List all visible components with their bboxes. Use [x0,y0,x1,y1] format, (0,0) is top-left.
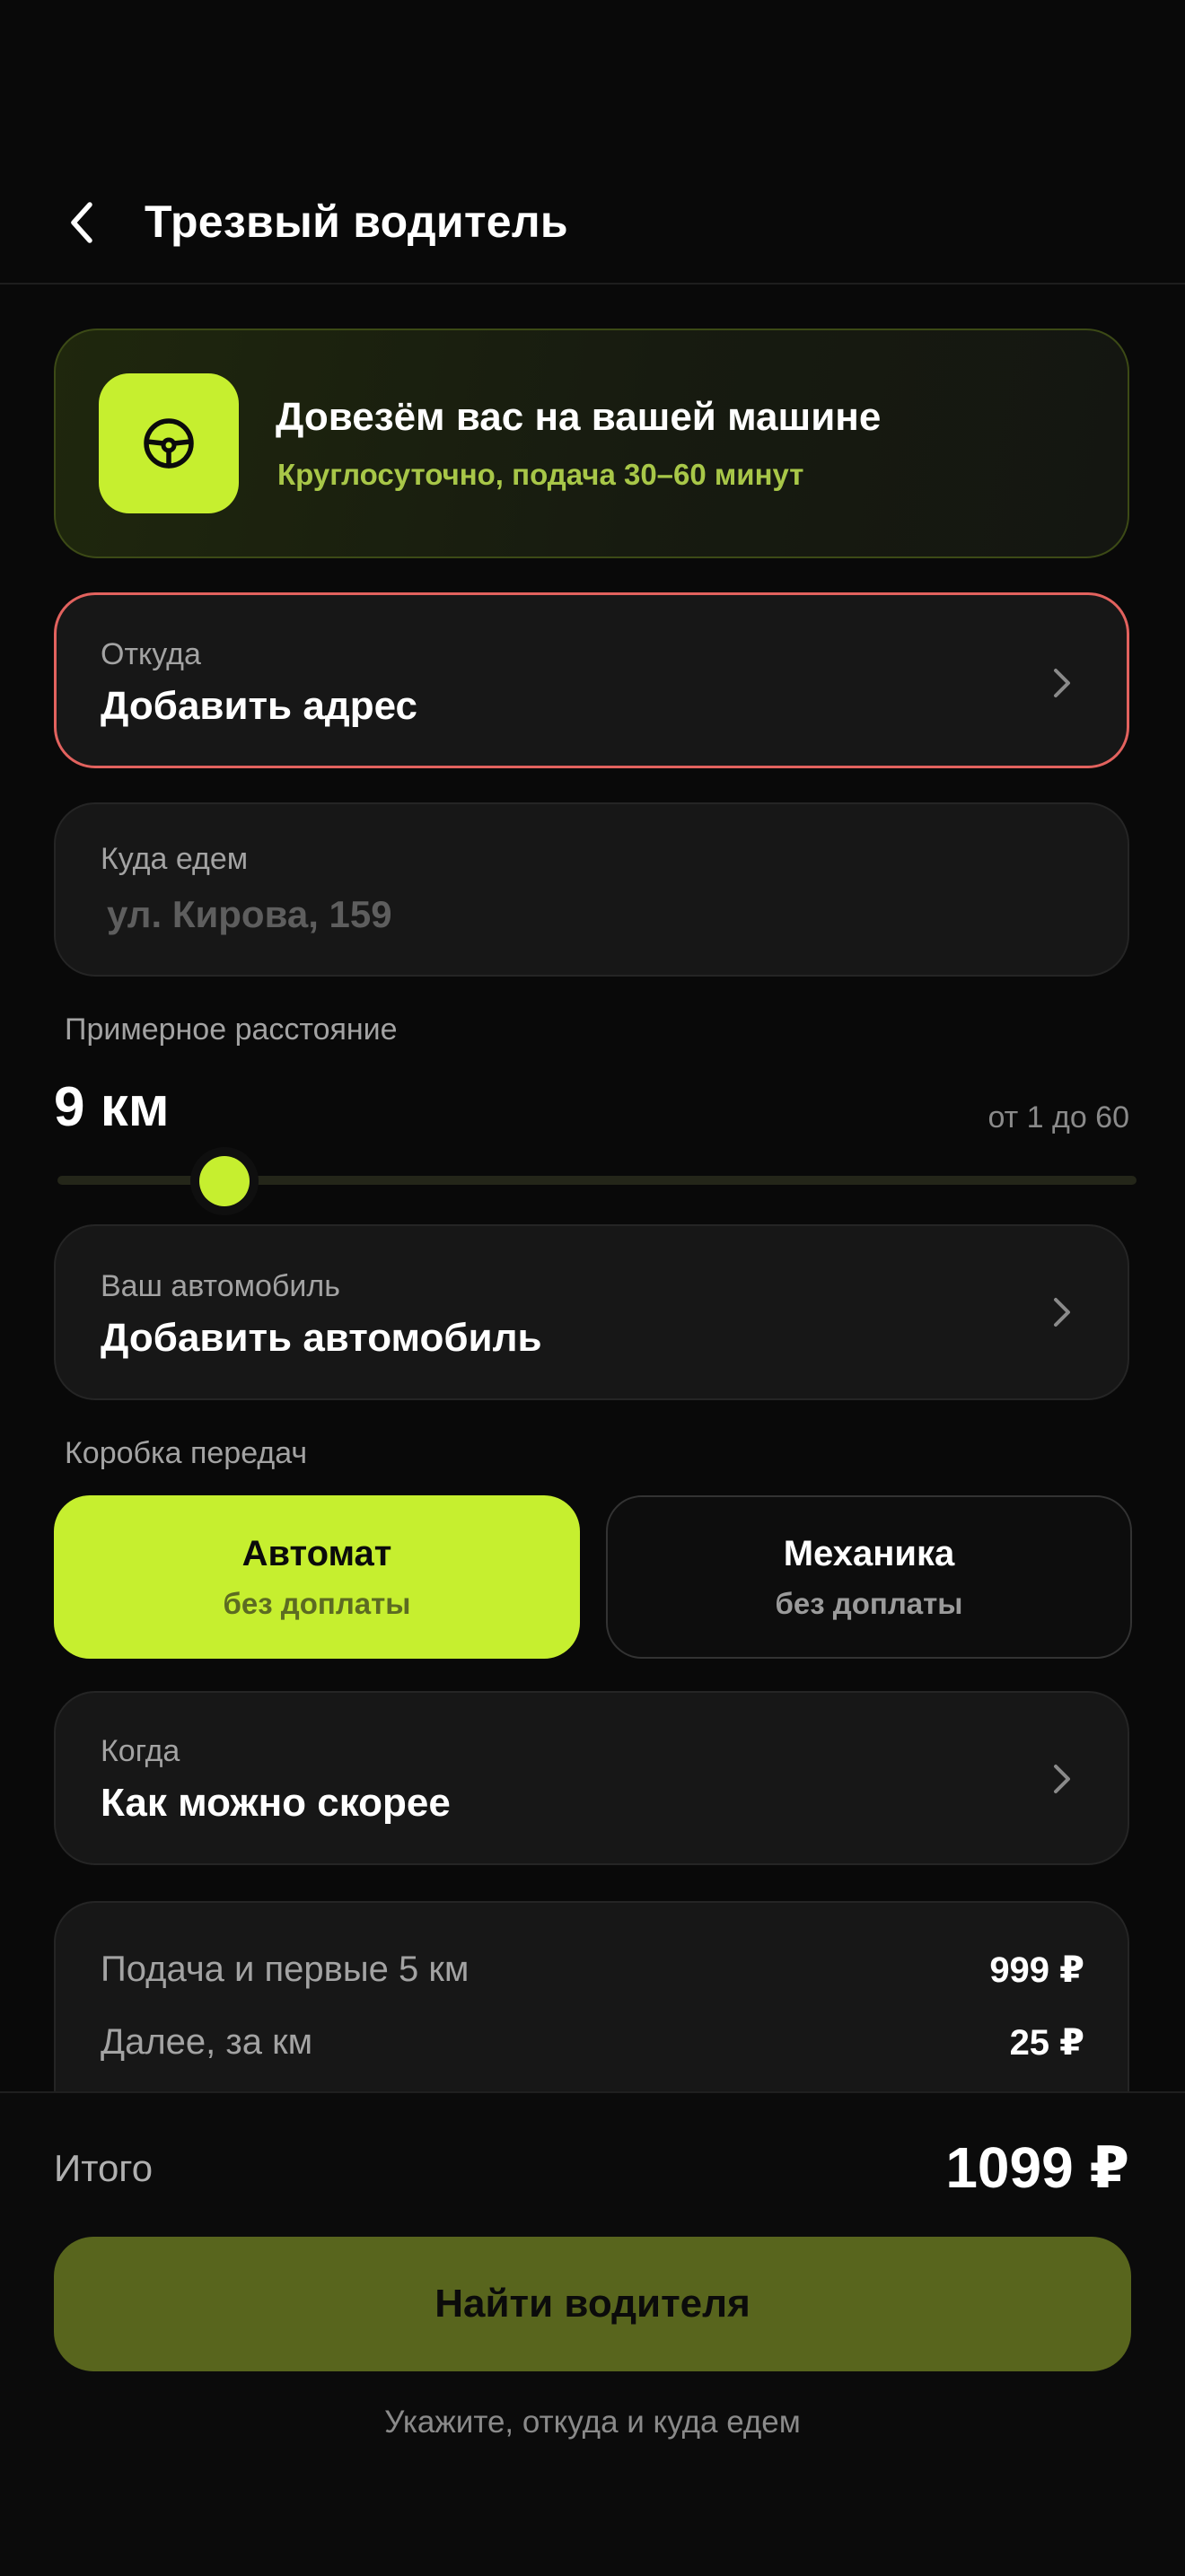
hint-text: Укажите, откуда и куда едем [384,2405,801,2440]
when-label: Когда [101,1734,180,1768]
when-field[interactable]: Когда Как можно скорее [54,1691,1129,1865]
transmission-automatic-button[interactable]: Автомат без доплаты [54,1495,580,1659]
manual-title: Механика [783,1533,955,1573]
automatic-title: Автомат [241,1533,392,1573]
distance-value: 9 км [54,1076,170,1138]
car-field[interactable]: Ваш автомобиль Добавить автомобиль [54,1224,1129,1400]
header-divider [0,283,1185,285]
distance-slider-thumb[interactable] [199,1156,250,1206]
car-label: Ваш автомобиль [101,1269,340,1303]
to-label: Куда едем [101,842,249,876]
car-value: Добавить автомобиль [101,1316,542,1360]
price-row-label: Подача и первые 5 км [101,1950,470,1989]
price-row-value: 999 ₽ [989,1950,1084,1990]
find-driver-button[interactable]: Найти водителя [54,2237,1131,2371]
steering-wheel-icon [144,418,194,469]
banner-title: Довезём вас на вашей машине [276,395,882,439]
chevron-right-icon [1054,1298,1070,1327]
to-placeholder: ул. Кирова, 159 [107,893,392,935]
banner-subtitle: Круглосуточно, подача 30–60 минут [277,458,804,491]
steering-wheel-icon-tile [99,373,239,513]
price-row-label: Далее, за км [101,2022,313,2062]
from-address-field[interactable]: Откуда Добавить адрес [54,592,1129,768]
chevron-left-icon [71,202,92,243]
back-button[interactable] [63,197,104,248]
distance-label: Примерное расстояние [65,1012,398,1047]
price-row-value: 25 ₽ [1009,2023,1084,2063]
distance-range: от 1 до 60 [988,1100,1129,1135]
automatic-subtitle: без доплаты [223,1586,411,1620]
to-address-field[interactable]: Куда едем ул. Кирова, 159 [54,802,1129,977]
transmission-manual-button[interactable]: Механика без доплаты [606,1495,1132,1659]
chevron-right-icon [1054,669,1070,697]
from-label: Откуда [101,637,201,671]
manual-subtitle: без доплаты [775,1586,963,1620]
total-label: Итого [54,2147,154,2189]
total-value: 1099 ₽ [945,2135,1129,2200]
when-value: Как можно скорее [101,1781,451,1825]
chevron-right-icon [1054,1765,1070,1793]
transmission-label: Коробка передач [65,1436,308,1470]
page-title: Трезвый водитель [145,197,568,247]
from-value: Добавить адрес [101,684,417,728]
